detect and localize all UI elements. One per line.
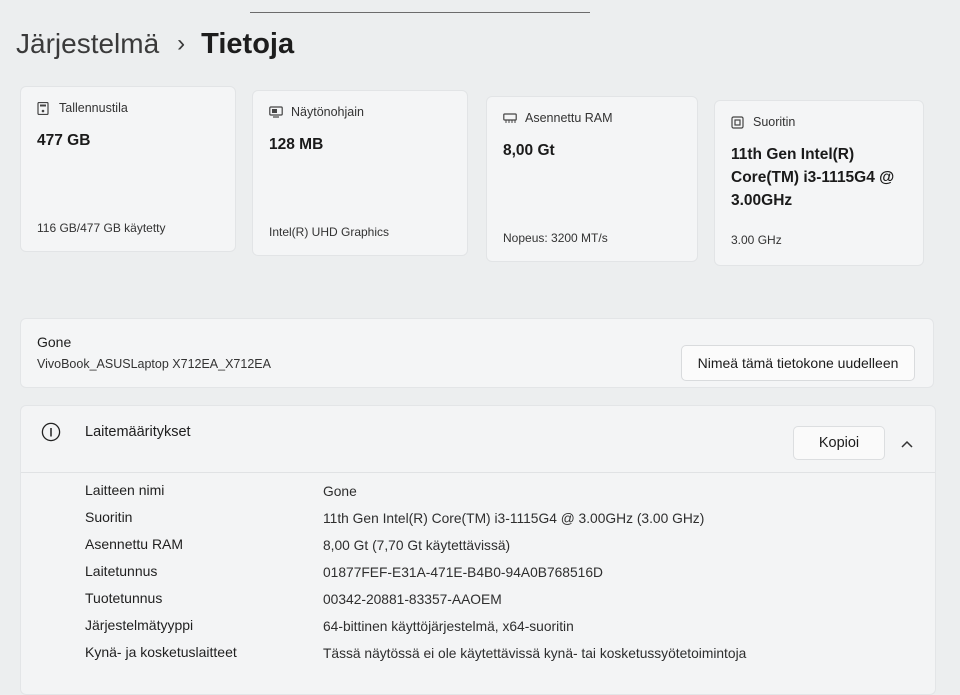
ram-icon — [503, 112, 517, 124]
page-title: Tietoja — [201, 27, 295, 60]
breadcrumb-parent[interactable]: Järjestelmä — [16, 28, 159, 60]
spec-value: 00342-20881-83357-AAOEM — [323, 592, 502, 607]
display-adapter-card: Näytönohjain 128 MB Intel(R) UHD Graphic… — [252, 90, 468, 256]
ram-card-footer: Nopeus: 3200 MT/s — [503, 231, 608, 245]
spec-value: Tässä näytössä ei ole käytettävissä kynä… — [323, 646, 747, 661]
device-specifications-header[interactable]: Laitemääritykset Kopioi — [21, 406, 935, 472]
spec-key: Kynä- ja kosketuslaitteet — [85, 644, 237, 660]
spec-value: 8,00 Gt (7,70 Gt käytettävissä) — [323, 538, 511, 553]
copy-button[interactable]: Kopioi — [793, 426, 885, 460]
processor-value-line: Core(TM) i3-1115G4 @ — [731, 169, 895, 186]
spec-key: Suoritin — [85, 509, 133, 525]
device-name-panel: Gone VivoBook_ASUSLaptop X712EA_X712EA N… — [20, 318, 934, 388]
spec-key: Järjestelmätyyppi — [85, 617, 194, 633]
storage-card-title: Tallennustila — [59, 101, 128, 115]
processor-value-line: 3.00GHz — [731, 192, 793, 209]
spec-value: 01877FEF-E31A-471E-B4B0-94A0B768516D — [323, 565, 603, 580]
spec-key: Laitteen nimi — [85, 482, 165, 498]
processor-card-footer: 3.00 GHz — [731, 233, 782, 247]
ram-card: Asennettu RAM 8,00 Gt Nopeus: 3200 MT/s — [486, 96, 698, 262]
processor-card: Suoritin 11th Gen Intel(R) Core(TM) i3-1… — [714, 100, 924, 266]
breadcrumb: Järjestelmä › Tietoja — [16, 24, 294, 64]
spec-key: Tuotetunnus — [85, 590, 163, 606]
processor-card-title: Suoritin — [753, 115, 796, 129]
display-adapter-icon — [269, 106, 283, 118]
device-name: Gone — [37, 334, 72, 350]
spec-row-device-name: Laitteen nimi Gone — [85, 482, 925, 502]
divider — [21, 472, 935, 473]
display-adapter-card-value: 128 MB — [269, 136, 324, 153]
storage-card: Tallennustila 477 GB 116 GB/477 GB käyte… — [20, 86, 236, 252]
storage-card-value: 477 GB — [37, 132, 91, 149]
chevron-right-icon: › — [177, 30, 186, 57]
storage-icon — [37, 102, 51, 115]
spec-row-pen-touch: Kynä- ja kosketuslaitteet Tässä näytössä… — [85, 644, 925, 664]
device-specifications-title: Laitemääritykset — [85, 424, 191, 440]
spec-value: Gone — [323, 484, 357, 499]
ram-card-value: 8,00 Gt — [503, 142, 555, 159]
display-adapter-card-footer: Intel(R) UHD Graphics — [269, 225, 390, 239]
processor-icon — [731, 116, 745, 129]
spec-row-product-id: Tuotetunnus 00342-20881-83357-AAOEM — [85, 590, 925, 610]
spec-row-device-id: Laitetunnus 01877FEF-E31A-471E-B4B0-94A0… — [85, 563, 925, 583]
rename-pc-button[interactable]: Nimeä tämä tietokone uudelleen — [681, 345, 915, 381]
chevron-up-icon[interactable] — [897, 434, 917, 454]
spec-key: Asennettu RAM — [85, 536, 184, 552]
top-divider — [250, 12, 590, 13]
info-icon — [41, 422, 61, 442]
spec-row-processor: Suoritin 11th Gen Intel(R) Core(TM) i3-1… — [85, 509, 925, 529]
display-adapter-card-title: Näytönohjain — [291, 105, 364, 119]
device-specifications-panel: Laitemääritykset Kopioi Laitteen nimi Go… — [20, 405, 936, 695]
processor-value-line: 11th Gen Intel(R) — [731, 146, 855, 163]
spec-value: 11th Gen Intel(R) Core(TM) i3-1115G4 @ 3… — [323, 511, 705, 526]
spec-row-installed-ram: Asennettu RAM 8,00 Gt (7,70 Gt käytettäv… — [85, 536, 925, 556]
processor-card-value: 11th Gen Intel(R) Core(TM) i3-1115G4 @ 3… — [731, 143, 907, 212]
device-model: VivoBook_ASUSLaptop X712EA_X712EA — [37, 357, 271, 371]
spec-key: Laitetunnus — [85, 563, 158, 579]
spec-row-system-type: Järjestelmätyyppi 64-bittinen käyttöjärj… — [85, 617, 925, 637]
ram-card-title: Asennettu RAM — [525, 111, 613, 125]
spec-value: 64-bittinen käyttöjärjestelmä, x64-suori… — [323, 619, 574, 634]
storage-card-footer: 116 GB/477 GB käytetty — [37, 221, 166, 235]
